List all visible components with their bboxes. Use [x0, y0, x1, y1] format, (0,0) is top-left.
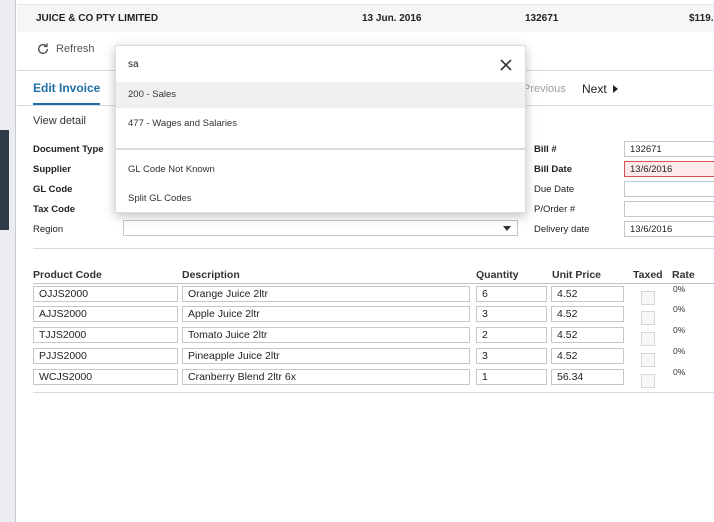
chevron-right-icon [612, 85, 618, 93]
row-amount: $119. [689, 13, 714, 24]
header-taxed: Taxed [633, 269, 663, 281]
rate-value: 0% [673, 304, 686, 314]
gl-option-sales[interactable]: 200 - Sales [116, 82, 525, 108]
tab-edit-invoice[interactable]: Edit Invoice [33, 81, 101, 105]
rate-value: 0% [673, 346, 686, 356]
unit-price-cell[interactable]: 4.52 [551, 286, 624, 302]
bill-list: JUICE & CO PTY LIMITED 13 Jun. 2016 1326… [17, 0, 714, 32]
next-label: Next [582, 82, 607, 96]
taxed-checkbox[interactable] [641, 291, 655, 305]
bill-list-row[interactable]: JUICE & CO PTY LIMITED 13 Jun. 2016 1326… [17, 5, 714, 32]
description-cell[interactable]: Orange Juice 2ltr [182, 286, 470, 302]
view-detail-link[interactable]: View detail [33, 115, 86, 127]
taxed-checkbox[interactable] [641, 374, 655, 388]
bill-date-label: Bill Date [534, 164, 573, 175]
supplier-label: Supplier [33, 164, 72, 175]
section-divider [33, 248, 714, 249]
po-number-field[interactable] [624, 201, 714, 217]
refresh-label: Refresh [56, 43, 95, 55]
quantity-cell[interactable]: 2 [476, 327, 547, 343]
po-number-label: P/Order # [534, 204, 576, 215]
product-code-cell[interactable]: PJJS2000 [33, 348, 178, 364]
bill-date-field[interactable]: 13/6/2016 [624, 161, 714, 177]
quantity-cell[interactable]: 3 [476, 306, 547, 322]
next-button[interactable]: Next [582, 82, 618, 96]
tax-code-label: Tax Code [33, 204, 76, 215]
table-row: OJJS2000 Orange Juice 2ltr 6 4.52 0% [0, 284, 714, 306]
quantity-cell[interactable]: 6 [476, 286, 547, 302]
header-quantity: Quantity [476, 269, 519, 281]
close-icon[interactable] [499, 58, 513, 72]
gl-code-search-input[interactable]: sa [128, 59, 139, 70]
dropdown-separator [116, 148, 525, 150]
table-end-line [33, 392, 714, 393]
description-cell[interactable]: Apple Juice 2ltr [182, 306, 470, 322]
region-label: Region [33, 224, 64, 235]
rate-value: 0% [673, 284, 686, 294]
table-row: AJJS2000 Apple Juice 2ltr 3 4.52 0% [0, 304, 714, 326]
rate-value: 0% [673, 325, 686, 335]
gl-option-split[interactable]: Split GL Codes [116, 186, 525, 212]
chevron-down-icon [503, 226, 511, 231]
bill-number-field[interactable]: 132671 [624, 141, 714, 157]
unit-price-cell[interactable]: 4.52 [551, 327, 624, 343]
rate-value: 0% [673, 367, 686, 377]
unit-price-cell[interactable]: 4.52 [551, 348, 624, 364]
product-code-cell[interactable]: WCJS2000 [33, 369, 178, 385]
description-cell[interactable]: Cranberry Blend 2ltr 6x [182, 369, 470, 385]
row-bill-number: 132671 [525, 13, 559, 24]
header-product-code: Product Code [33, 269, 102, 281]
quantity-cell[interactable]: 1 [476, 369, 547, 385]
due-date-label: Due Date [534, 184, 575, 195]
delivery-date-field[interactable]: 13/6/2016 [624, 221, 714, 237]
table-row: PJJS2000 Pineapple Juice 2ltr 3 4.52 0% [0, 346, 714, 368]
header-unit-price: Unit Price [552, 269, 602, 281]
unit-price-cell[interactable]: 56.34 [551, 369, 624, 385]
delivery-date-label: Delivery date [534, 224, 590, 235]
taxed-checkbox[interactable] [641, 353, 655, 367]
gl-code-label: GL Code [33, 184, 73, 195]
product-code-cell[interactable]: OJJS2000 [33, 286, 178, 302]
document-type-label: Document Type [33, 144, 104, 155]
gl-code-search[interactable]: sa [116, 46, 525, 84]
product-code-cell[interactable]: AJJS2000 [33, 306, 178, 322]
side-panel-tab[interactable] [0, 130, 9, 230]
unit-price-cell[interactable]: 4.52 [551, 306, 624, 322]
header-rate: Rate [672, 269, 695, 281]
product-code-cell[interactable]: TJJS2000 [33, 327, 178, 343]
table-row: TJJS2000 Tomato Juice 2ltr 2 4.52 0% [0, 325, 714, 347]
previous-button[interactable]: Previous [523, 83, 566, 95]
header-description: Description [182, 269, 240, 281]
due-date-field[interactable] [624, 181, 714, 197]
left-gutter [0, 0, 16, 522]
gl-option-not-known[interactable]: GL Code Not Known [116, 157, 525, 183]
description-cell[interactable]: Pineapple Juice 2ltr [182, 348, 470, 364]
region-select[interactable] [123, 220, 518, 236]
quantity-cell[interactable]: 3 [476, 348, 547, 364]
gl-option-wages[interactable]: 477 - Wages and Salaries [116, 111, 525, 137]
gl-code-dropdown: sa 200 - Sales 477 - Wages and Salaries … [115, 45, 526, 213]
table-header-line [33, 283, 714, 284]
row-supplier: JUICE & CO PTY LIMITED [36, 13, 159, 24]
refresh-button[interactable]: Refresh [36, 42, 95, 56]
bill-number-label: Bill # [534, 144, 557, 155]
refresh-icon [37, 43, 49, 55]
taxed-checkbox[interactable] [641, 332, 655, 346]
table-row: WCJS2000 Cranberry Blend 2ltr 6x 1 56.34… [0, 367, 714, 389]
description-cell[interactable]: Tomato Juice 2ltr [182, 327, 470, 343]
row-date: 13 Jun. 2016 [362, 13, 422, 24]
taxed-checkbox[interactable] [641, 311, 655, 325]
